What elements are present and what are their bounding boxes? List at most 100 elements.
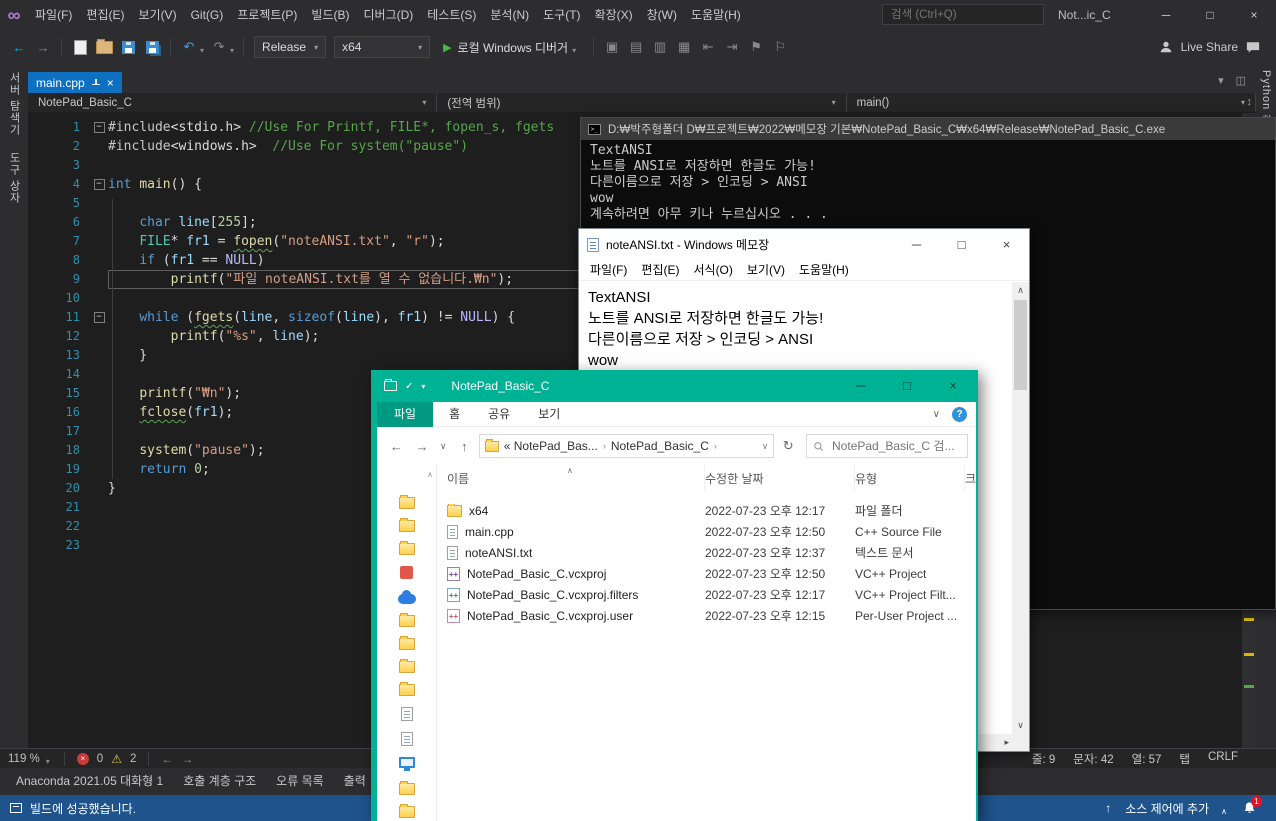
column-header-3[interactable]: 크기 bbox=[965, 465, 976, 492]
start-debugging-button[interactable]: ▶ 로컬 Windows 디버거 ▾ bbox=[435, 39, 586, 56]
folder-nav-icon[interactable] bbox=[398, 613, 415, 627]
bookmark-list-icon[interactable]: ⚐ bbox=[769, 36, 791, 58]
address-segment[interactable]: « NotePad_Bas... bbox=[504, 439, 598, 453]
address-segment[interactable]: NotePad_Basic_C bbox=[611, 439, 709, 453]
doc-nav-icon[interactable] bbox=[400, 707, 413, 721]
back-button[interactable]: ← bbox=[385, 439, 408, 454]
uncomment-icon[interactable]: ▦ bbox=[673, 36, 695, 58]
zoom-dropdown-icon[interactable]: ▾ bbox=[46, 757, 50, 766]
cloud-nav-icon[interactable] bbox=[397, 590, 416, 604]
save-icon[interactable] bbox=[117, 36, 139, 58]
chevron-up-icon[interactable]: ∧ bbox=[1221, 807, 1227, 816]
undo-dropdown-icon[interactable]: ▾ bbox=[200, 46, 204, 55]
recent-locations-icon[interactable]: ∨ bbox=[436, 441, 450, 452]
panel-tab[interactable]: 오류 목록 bbox=[266, 768, 334, 795]
vs-menu-item[interactable]: 테스트(S) bbox=[420, 0, 483, 30]
maximize-button[interactable]: □ bbox=[1188, 0, 1232, 30]
line-number[interactable]: 4 bbox=[28, 175, 90, 194]
line-number[interactable]: 7 bbox=[28, 232, 90, 251]
refresh-icon[interactable]: ↻ bbox=[777, 438, 799, 454]
feedback-icon[interactable] bbox=[1246, 41, 1260, 54]
notepad-menu-item[interactable]: 도움말(H) bbox=[792, 260, 856, 280]
decrease-indent-icon[interactable]: ⇤ bbox=[697, 36, 719, 58]
increase-indent-icon[interactable]: ⇥ bbox=[721, 36, 743, 58]
explorer-search-input[interactable] bbox=[830, 438, 962, 454]
float-tab-icon[interactable]: ◫ bbox=[1236, 74, 1246, 87]
navigate-forward-icon[interactable]: → bbox=[181, 752, 193, 766]
ribbon-tab-3[interactable]: 보기 bbox=[524, 402, 574, 427]
comment-out-icon[interactable]: ▥ bbox=[649, 36, 671, 58]
line-number[interactable]: 1 bbox=[28, 118, 90, 137]
zoom-level[interactable]: 119 % bbox=[8, 753, 40, 765]
breadcrumb-segment[interactable]: main() ▾ bbox=[847, 93, 1256, 112]
live-share-button[interactable]: Live Share bbox=[1181, 40, 1238, 54]
redo-icon[interactable]: ↷ bbox=[208, 36, 230, 58]
fold-margin[interactable]: − bbox=[90, 118, 108, 137]
folder-nav-icon[interactable] bbox=[398, 495, 415, 509]
file-row[interactable]: NotePad_Basic_C.vcxproj.user 2022-07-23 오… bbox=[437, 605, 976, 626]
close-button[interactable]: × bbox=[1232, 0, 1276, 30]
line-number[interactable]: 19 bbox=[28, 460, 90, 479]
file-row[interactable]: noteANSI.txt 2022-07-23 오후 12:37 텍스트 문서 bbox=[437, 542, 976, 563]
vs-menu-item[interactable]: 분석(N) bbox=[483, 0, 536, 30]
vs-menu-item[interactable]: 프로젝트(P) bbox=[230, 0, 304, 30]
redo-dropdown-icon[interactable]: ▾ bbox=[230, 46, 234, 55]
file-row[interactable]: NotePad_Basic_C.vcxproj.filters 2022-07-2… bbox=[437, 584, 976, 605]
notepad-menu-item[interactable]: 편집(E) bbox=[634, 260, 686, 280]
file-row[interactable]: NotePad_Basic_C.vcxproj 2022-07-23 오후 12:… bbox=[437, 563, 976, 584]
ribbon-tab-1[interactable]: 홈 bbox=[435, 402, 474, 427]
solution-configuration-dropdown[interactable]: Release ▾ bbox=[254, 36, 327, 58]
line-number[interactable]: 12 bbox=[28, 327, 90, 346]
camera-icon[interactable]: ▤ bbox=[625, 36, 647, 58]
warning-count-icon[interactable]: ⚠ bbox=[111, 752, 122, 766]
pin-icon[interactable] bbox=[91, 78, 100, 87]
solution-platform-dropdown[interactable]: x64 ▾ bbox=[334, 36, 431, 58]
line-number[interactable]: 5 bbox=[28, 194, 90, 213]
notepad-menu-item[interactable]: 보기(V) bbox=[740, 260, 792, 280]
notepad-title-bar[interactable]: noteANSI.txt - Windows 메모장 ─ □ × bbox=[579, 229, 1029, 260]
column-header-1[interactable]: 수정한 날짜 bbox=[705, 465, 855, 492]
vs-menu-item[interactable]: 디버그(D) bbox=[356, 0, 420, 30]
line-ending-indicator[interactable]: CRLF bbox=[1208, 751, 1238, 767]
file-row[interactable]: x64 2022-07-23 오후 12:17 파일 폴더 bbox=[437, 500, 976, 521]
vs-menu-item[interactable]: 파일(F) bbox=[28, 0, 79, 30]
line-number[interactable]: 3 bbox=[28, 156, 90, 175]
collapse-icon[interactable]: − bbox=[93, 179, 105, 190]
column-header-2[interactable]: 유형 bbox=[855, 465, 965, 492]
new-file-icon[interactable] bbox=[69, 36, 91, 58]
cursor-column-indicator[interactable]: 열: 57 bbox=[1132, 751, 1162, 767]
line-number[interactable]: 14 bbox=[28, 365, 90, 384]
red-nav-icon[interactable] bbox=[400, 566, 413, 579]
line-number[interactable]: 2 bbox=[28, 137, 90, 156]
line-number[interactable]: 10 bbox=[28, 289, 90, 308]
breadcrumb-segment[interactable]: NotePad_Basic_C ▾ bbox=[28, 93, 438, 112]
vertical-scrollbar[interactable]: ∧ ∨ bbox=[1012, 282, 1029, 734]
navigate-backward-icon[interactable]: ← bbox=[8, 36, 30, 58]
folder-nav-icon[interactable] bbox=[398, 541, 415, 555]
up-button[interactable]: ↑ bbox=[453, 439, 476, 454]
vs-menu-item[interactable]: 확장(X) bbox=[588, 0, 640, 30]
scroll-up-icon[interactable]: ∧ bbox=[1012, 285, 1029, 296]
scroll-right-icon[interactable]: ▸ bbox=[1004, 737, 1009, 748]
indent-mode-indicator[interactable]: 탭 bbox=[1179, 751, 1190, 767]
console-title-bar[interactable]: >_ D:₩박주형폴더 D₩프로젝트₩2022₩메모장 기본₩NotePad_B… bbox=[581, 118, 1275, 140]
minimize-button[interactable]: ─ bbox=[1144, 0, 1188, 30]
quick-access-caret-icon[interactable]: ▾ bbox=[421, 382, 425, 391]
document-list-icon[interactable]: ▾ bbox=[1218, 74, 1224, 87]
vs-menu-item[interactable]: 창(W) bbox=[640, 0, 684, 30]
folder-nav-icon[interactable] bbox=[398, 659, 415, 673]
line-number[interactable]: 6 bbox=[28, 213, 90, 232]
maximize-button[interactable]: □ bbox=[939, 229, 984, 260]
line-number[interactable]: 22 bbox=[28, 517, 90, 536]
cursor-line-indicator[interactable]: 줄: 9 bbox=[1032, 751, 1055, 767]
monitor-nav-icon[interactable] bbox=[398, 757, 415, 771]
notifications-bell-icon[interactable]: 1 bbox=[1243, 796, 1262, 815]
tab-main-cpp[interactable]: main.cpp × bbox=[28, 72, 122, 93]
vs-menu-item[interactable]: 도구(T) bbox=[536, 0, 587, 30]
address-bar[interactable]: « NotePad_Bas... › NotePad_Basic_C › ∨ bbox=[478, 434, 775, 458]
close-button[interactable]: × bbox=[984, 229, 1029, 260]
vs-menu-item[interactable]: 도움말(H) bbox=[684, 0, 748, 30]
error-count-icon[interactable]: × bbox=[76, 752, 89, 765]
panel-tab[interactable]: 호출 계층 구조 bbox=[173, 768, 266, 795]
explorer-title-bar[interactable]: ✓ ▾ NotePad_Basic_C ─ □ × bbox=[377, 370, 976, 402]
